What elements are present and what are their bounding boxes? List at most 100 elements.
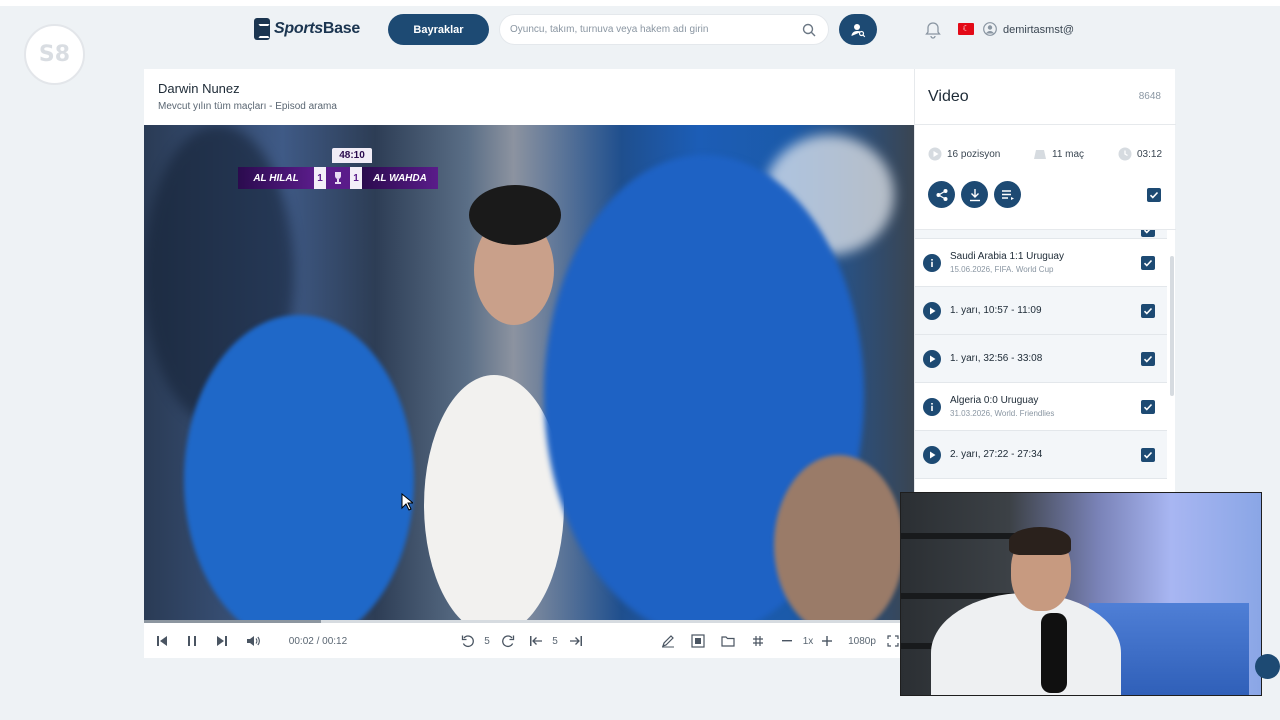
player-name-title: Darwin Nunez bbox=[158, 81, 240, 96]
checkmark-icon bbox=[1143, 230, 1151, 234]
clip-time-range: 2. yarı, 27:22 - 27:34 bbox=[950, 449, 1043, 460]
match-header-row[interactable]: Saudi Arabia 1:1 Uruguay 15.06.2026, FIFA… bbox=[915, 239, 1167, 287]
player-search-button[interactable] bbox=[839, 14, 877, 45]
scoreboard-home-team: AL HILAL bbox=[238, 167, 314, 189]
clip-checkbox[interactable] bbox=[1141, 447, 1155, 462]
volume-icon[interactable] bbox=[244, 633, 262, 649]
forward-icon[interactable] bbox=[500, 633, 516, 649]
clip-row[interactable]: 1. yarı, 10:57 - 11:09 bbox=[915, 287, 1167, 335]
video-scene-shape bbox=[424, 375, 564, 620]
positions-count: 16 pozisyon bbox=[947, 148, 1001, 160]
bell-icon[interactable] bbox=[925, 21, 941, 39]
speed-increase-icon[interactable] bbox=[820, 633, 834, 649]
checkmark-icon bbox=[1143, 259, 1153, 267]
video-scene-shape bbox=[774, 455, 904, 620]
share-icon bbox=[936, 188, 947, 201]
clip-row[interactable]: 1. yarı, 32:56 - 33:08 bbox=[915, 335, 1167, 383]
search-icon[interactable] bbox=[800, 21, 818, 39]
profile-icon[interactable] bbox=[983, 22, 997, 36]
play-circle-icon bbox=[928, 147, 942, 161]
speed-decrease-icon[interactable] bbox=[780, 633, 794, 649]
share-button[interactable] bbox=[928, 181, 955, 208]
channel-logo: S8 bbox=[24, 24, 85, 85]
player-subtitle: Mevcut yılın tüm maçları - Episod arama bbox=[158, 101, 337, 112]
clip-list-scrollbar[interactable] bbox=[1170, 256, 1174, 396]
next-clip-icon[interactable] bbox=[214, 633, 230, 649]
clip-checkbox[interactable] bbox=[1141, 303, 1155, 318]
skip-count: 5 bbox=[552, 635, 558, 647]
download-button[interactable] bbox=[961, 181, 988, 208]
positions-stat: 16 pozisyon bbox=[928, 147, 1000, 161]
playlist-button[interactable] bbox=[994, 181, 1021, 208]
row-text: 2. yarı, 27:22 - 27:34 bbox=[950, 449, 1042, 460]
info-icon[interactable] bbox=[923, 253, 941, 272]
list-item-partial bbox=[915, 230, 1167, 239]
duration-stat: 03:12 bbox=[1118, 147, 1162, 161]
clip-checkbox[interactable] bbox=[1141, 230, 1155, 237]
match-header-row[interactable]: Algeria 0:0 Uruguay 31.03.2026, World. Fr… bbox=[915, 383, 1167, 431]
turkey-flag-icon[interactable]: ☾ bbox=[958, 23, 974, 35]
scoreboard-clock: 48:10 bbox=[332, 148, 372, 163]
playlist-icon bbox=[1001, 189, 1014, 200]
video-side-panel: Video 8648 16 pozisyon 11 maç 03:12 Saud… bbox=[914, 69, 1176, 492]
clock-icon bbox=[1118, 147, 1132, 161]
video-controls: 00:02 / 00:12 5 5 1x 1080p bbox=[144, 625, 914, 658]
video-progress-bar[interactable] bbox=[144, 620, 914, 623]
clip-time-range: 1. yarı, 10:57 - 11:09 bbox=[950, 305, 1042, 316]
football-pitch-icon bbox=[1034, 150, 1046, 159]
sportsbase-logo[interactable]: SportsBase bbox=[254, 18, 360, 40]
checkmark-icon bbox=[1143, 307, 1153, 315]
pause-icon[interactable] bbox=[184, 633, 200, 649]
clip-checkbox[interactable] bbox=[1141, 255, 1155, 270]
skip-forward-icon[interactable] bbox=[568, 633, 584, 649]
top-strip bbox=[0, 0, 1280, 6]
fullscreen-icon[interactable] bbox=[886, 633, 900, 649]
quality-selector[interactable]: 1080p bbox=[844, 633, 880, 649]
row-text: Saudi Arabia 1:1 Uruguay 15.06.2026, FIFA… bbox=[950, 251, 1064, 274]
video-scene-shape bbox=[469, 185, 561, 245]
previous-clip-icon[interactable] bbox=[154, 633, 170, 649]
checkmark-icon bbox=[1143, 403, 1153, 411]
rewind-seconds: 5 bbox=[484, 635, 490, 647]
webcam-scene-shape bbox=[1009, 527, 1071, 555]
match-date-competition: 31.03.2026, World. Friendlies bbox=[950, 409, 1055, 418]
matches-count: 11 maç bbox=[1052, 148, 1085, 160]
clip-row[interactable]: 2. yarı, 27:22 - 27:34 bbox=[915, 431, 1167, 479]
grid-hash-icon[interactable] bbox=[750, 633, 766, 649]
search-bar bbox=[499, 14, 829, 45]
clip-checkbox[interactable] bbox=[1141, 351, 1155, 366]
select-all-checkbox[interactable] bbox=[1147, 188, 1161, 202]
search-input[interactable] bbox=[510, 24, 800, 35]
side-panel-count: 8648 bbox=[1138, 91, 1161, 102]
play-icon[interactable] bbox=[923, 349, 941, 368]
checkmark-icon bbox=[1143, 451, 1153, 459]
username[interactable]: demirtasmst@ bbox=[1003, 24, 1074, 36]
clip-time-range: 1. yarı, 32:56 - 33:08 bbox=[950, 353, 1043, 364]
match-date-competition: 15.06.2026, FIFA. World Cup bbox=[950, 265, 1054, 274]
draw-pen-icon[interactable] bbox=[660, 633, 676, 649]
play-icon[interactable] bbox=[923, 445, 941, 464]
help-chat-button[interactable] bbox=[1255, 654, 1280, 679]
info-icon[interactable] bbox=[923, 397, 941, 416]
folder-icon[interactable] bbox=[720, 633, 736, 649]
brand-name-prefix: Sports bbox=[274, 20, 323, 37]
total-duration: 03:12 bbox=[1137, 148, 1163, 160]
video-frame[interactable]: AL HILAL 1 1 AL WAHDA 48:10 bbox=[144, 125, 914, 620]
video-player-card: Darwin Nunez Mevcut yılın tüm maçları - … bbox=[144, 69, 914, 658]
play-icon[interactable] bbox=[923, 301, 941, 320]
sportsbase-logo-icon bbox=[254, 18, 270, 40]
row-text: Algeria 0:0 Uruguay 31.03.2026, World. Fr… bbox=[950, 395, 1054, 418]
row-text: 1. yarı, 32:56 - 33:08 bbox=[950, 353, 1042, 364]
brand-name: SportsBase bbox=[274, 20, 360, 38]
rewind-icon[interactable] bbox=[460, 633, 476, 649]
side-panel-title: Video bbox=[928, 88, 969, 105]
frame-capture-icon[interactable] bbox=[690, 633, 706, 649]
webcam-overlay bbox=[900, 492, 1262, 696]
video-progress-fill bbox=[144, 620, 322, 623]
skip-back-icon[interactable] bbox=[528, 633, 544, 649]
matches-stat: 11 maç bbox=[1033, 147, 1084, 161]
clip-checkbox[interactable] bbox=[1141, 399, 1155, 414]
flags-button[interactable]: Bayraklar bbox=[388, 14, 489, 45]
video-scene-shape bbox=[184, 315, 414, 620]
side-panel-divider bbox=[915, 124, 1176, 125]
